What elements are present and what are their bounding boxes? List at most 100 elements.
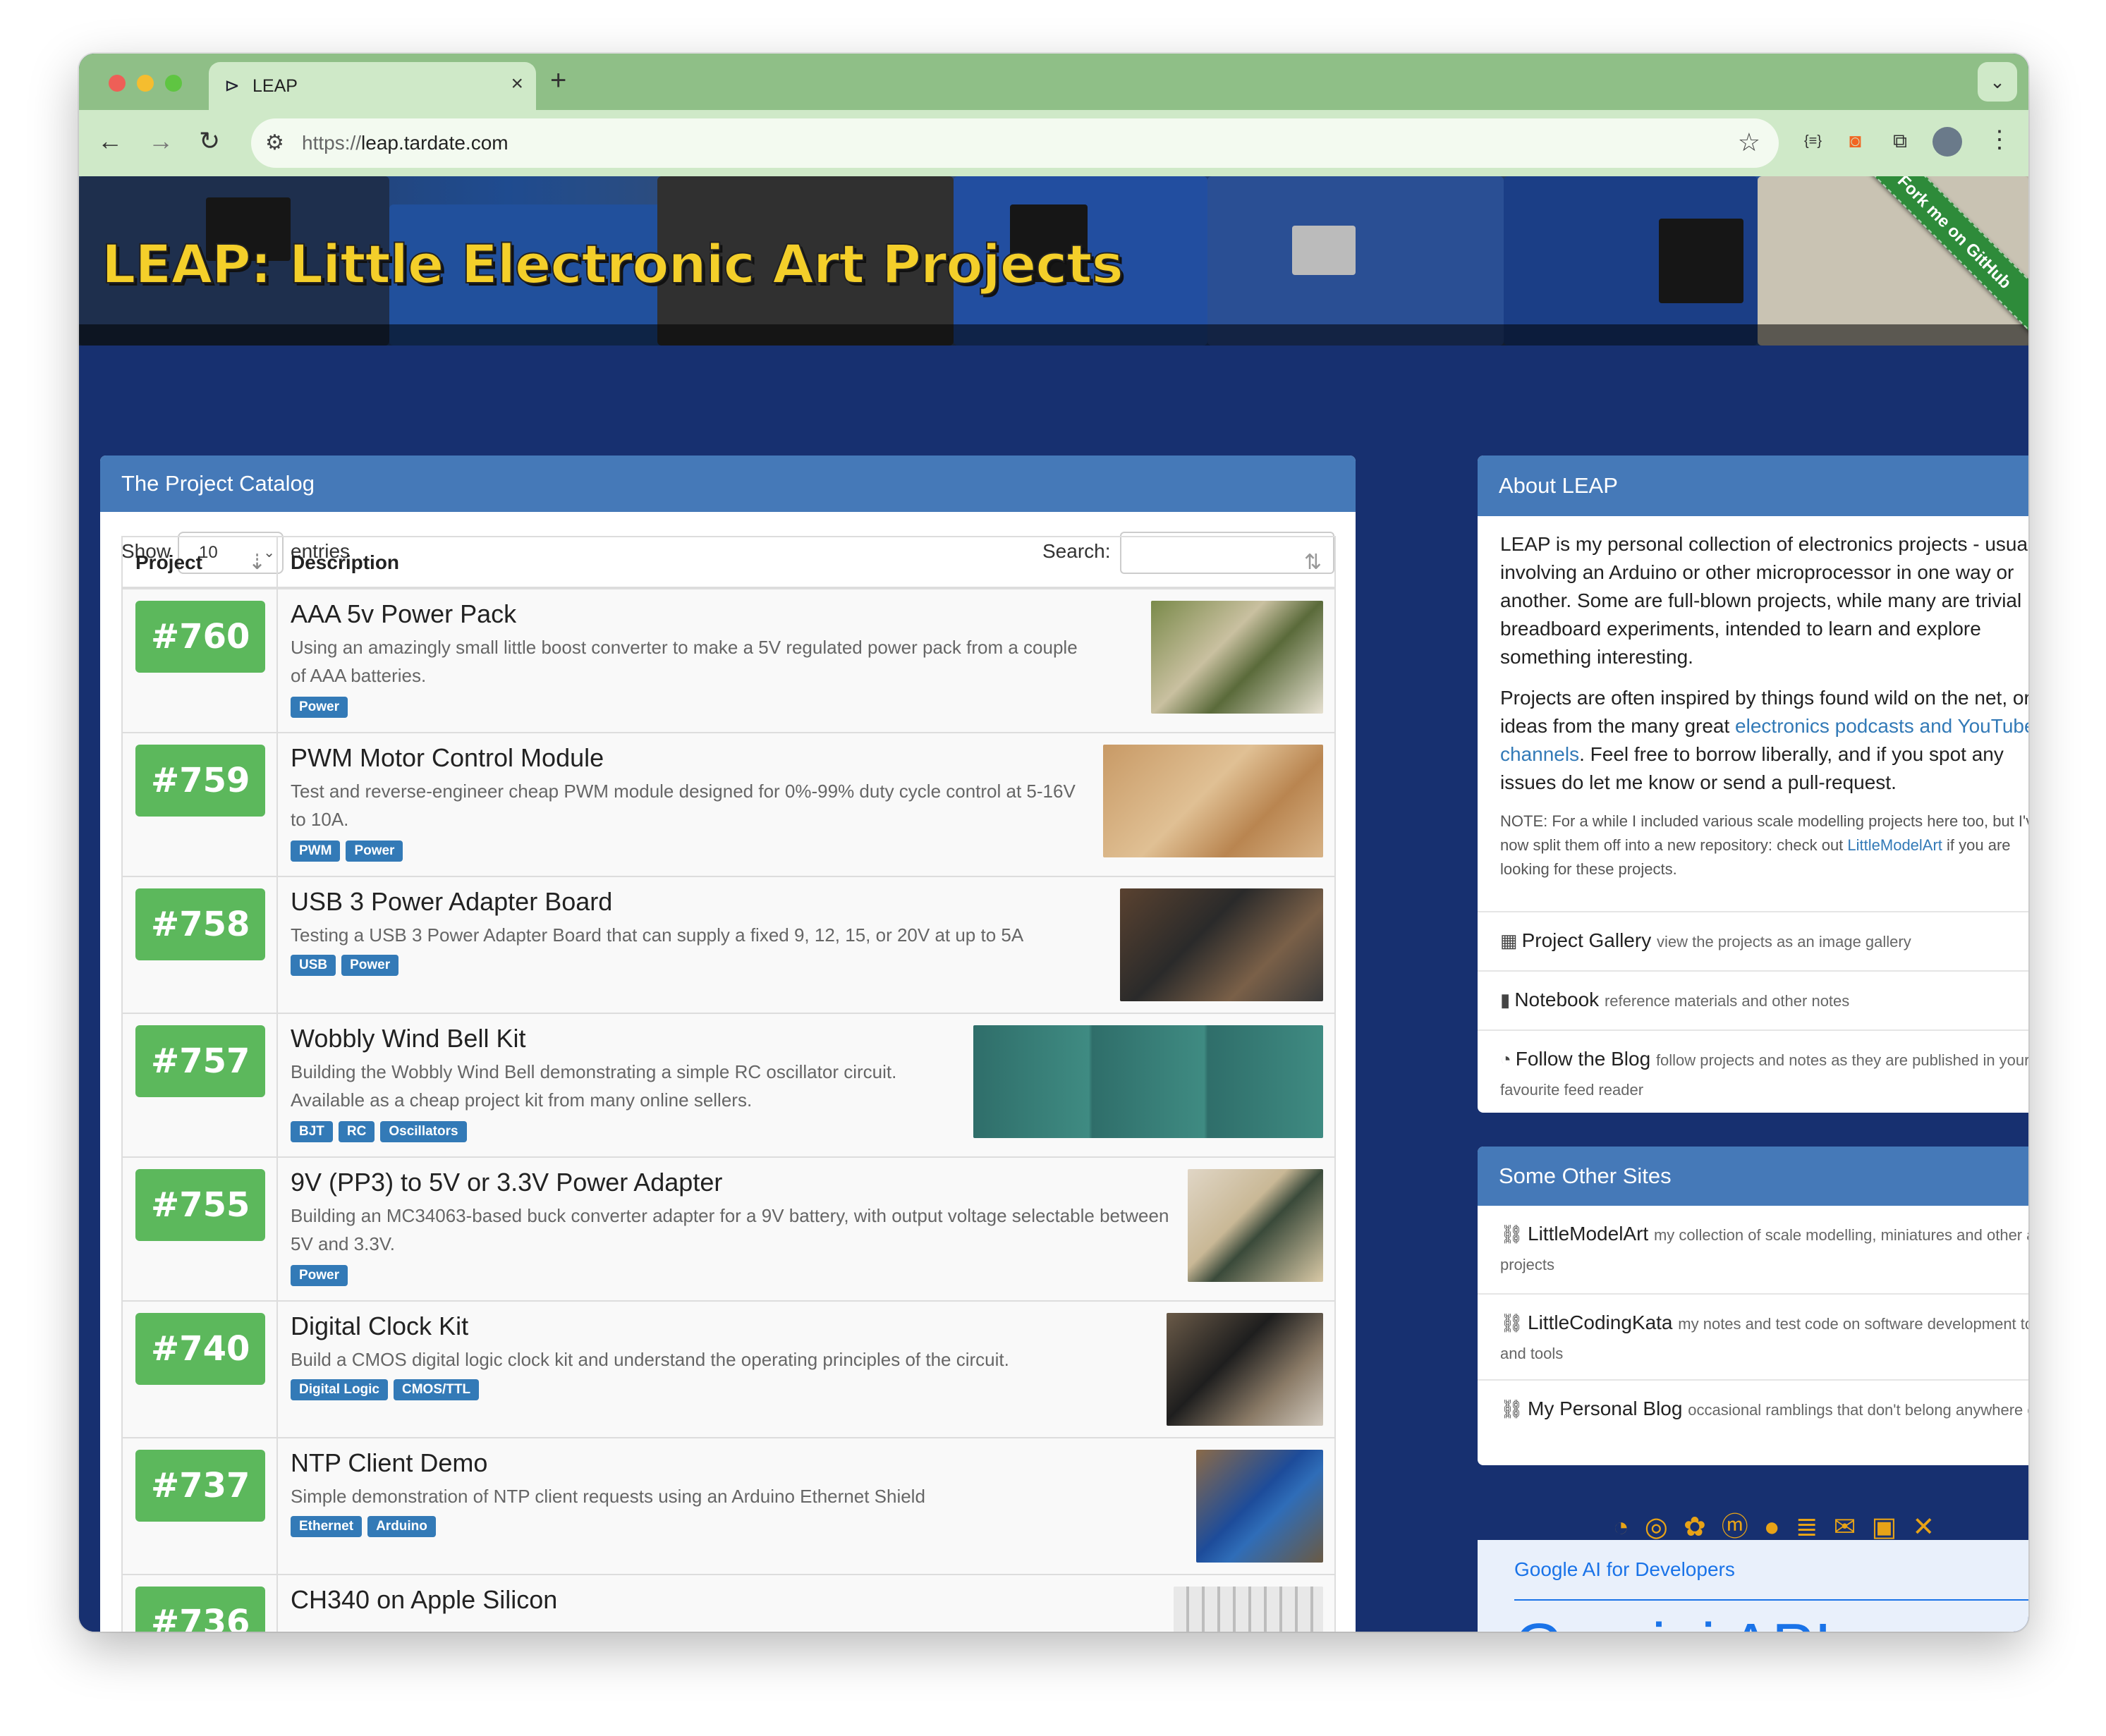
profile-avatar[interactable] [1932,127,1962,157]
minimize-window-button[interactable] [137,75,154,92]
sort-both-icon[interactable]: ⇅ [1304,537,1322,588]
stackoverflow-icon[interactable]: ≣ [1796,1512,1834,1542]
ad-link[interactable]: Google AI for Developers [1514,1558,1735,1581]
tag[interactable]: CMOS/TTL [394,1379,480,1400]
bookmark-star-icon[interactable]: ☆ [1738,128,1760,157]
browser-menu-icon[interactable]: ⋮ [1988,126,2011,154]
project-gallery-link[interactable]: ▦ Project Gallery view the projects as an… [1478,911,2028,970]
project-title[interactable]: Digital Clock Kit [291,1312,468,1341]
tag[interactable]: Power [291,697,348,718]
linkedin-icon[interactable]: ▣ [1871,1512,1912,1542]
tab-leap[interactable]: ⊳ LEAP × [209,62,536,110]
page-content: The Project Catalog Show 10 ⌄ entries Sea… [79,346,2028,1632]
tag[interactable]: Digital Logic [291,1379,388,1400]
ad-headline[interactable]: Gemini API [1514,1610,1832,1632]
project-number-badge[interactable]: #736 [135,1587,266,1632]
tag[interactable]: PWM [291,841,341,862]
project-thumbnail[interactable] [1196,1450,1323,1563]
project-number-badge[interactable]: #740 [135,1313,266,1385]
new-tab-button[interactable]: + [550,65,566,96]
bluesky-icon[interactable]: ✿ [1684,1512,1722,1542]
email-icon[interactable]: ✉ [1834,1512,1872,1542]
back-button[interactable]: ← [97,127,123,155]
other-sites-heading: Some Other Sites [1478,1147,2028,1206]
about-panel: About LEAP LEAP is my personal collectio… [1478,456,2028,1113]
close-window-button[interactable] [109,75,126,92]
tag[interactable]: Power [291,1265,348,1286]
table-row[interactable]: #760 AAA 5v Power Pack Using an amazingl… [121,589,1336,733]
tag[interactable]: Arduino [367,1516,436,1537]
about-heading: About LEAP [1478,456,2028,516]
table-row[interactable]: #758 USB 3 Power Adapter Board Testing a… [121,877,1336,1014]
personal-blog-site-link[interactable]: ⛓ My Personal Blog occasional ramblings t… [1478,1379,2028,1465]
forward-button[interactable]: → [148,127,174,155]
project-title[interactable]: CH340 on Apple Silicon [291,1585,557,1615]
url-text[interactable]: https://leap.tardate.com [302,132,509,154]
follow-blog-link[interactable]: ◔ Follow the Blog follow projects and not… [1478,1029,2028,1113]
json-viewer-extension-icon[interactable]: {≡} [1804,127,1822,155]
project-description: Build a CMOS digital logic clock kit and… [291,1349,1009,1370]
tag[interactable]: Oscillators [380,1121,467,1142]
mastodon-icon[interactable]: ⓜ [1722,1512,1764,1542]
project-title[interactable]: PWM Motor Control Module [291,743,604,773]
address-bar[interactable]: ⚙ https://leap.tardate.com ☆ [251,118,1779,168]
sort-desc-icon[interactable]: ⇣ [248,537,266,588]
project-thumbnail[interactable] [973,1025,1323,1138]
littlecodingkata-site-link[interactable]: ⛓ LittleCodingKata my notes and test code… [1478,1293,2028,1379]
project-thumbnail[interactable] [1188,1169,1323,1282]
project-number-badge[interactable]: #760 [135,601,266,673]
site-settings-icon[interactable]: ⚙ [265,130,284,157]
other-sites-panel: Some Other Sites ⛓ LittleModelArt my coll… [1478,1147,2028,1465]
column-header-project[interactable]: Project [135,537,202,588]
project-description: Testing a USB 3 Power Adapter Board that… [291,924,1024,946]
tag[interactable]: Power [346,841,403,862]
project-title[interactable]: AAA 5v Power Pack [291,599,516,629]
project-thumbnail[interactable] [1103,745,1323,857]
extensions-puzzle-icon[interactable]: ⧉ [1893,127,1907,155]
notebook-link[interactable]: ▮ Notebook reference materials and other … [1478,970,2028,1029]
project-thumbnail[interactable] [1151,601,1323,714]
column-header-description[interactable]: Description [291,537,399,588]
littlemodelart-link[interactable]: LittleModelArt [1847,836,1942,854]
project-number-badge[interactable]: #755 [135,1169,266,1241]
project-thumbnail[interactable] [1167,1313,1323,1426]
url-scheme: https:// [302,132,362,154]
project-title[interactable]: USB 3 Power Adapter Board [291,887,612,917]
project-number-badge[interactable]: #757 [135,1025,266,1097]
table-row[interactable]: #759 PWM Motor Control Module Test and r… [121,733,1336,877]
table-row[interactable]: #755 9V (PP3) to 5V or 3.3V Power Adapte… [121,1158,1336,1302]
project-thumbnail[interactable] [1174,1587,1323,1632]
x-icon[interactable]: ✕ [1912,1512,1950,1542]
project-title[interactable]: NTP Client Demo [291,1448,487,1478]
project-title[interactable]: 9V (PP3) to 5V or 3.3V Power Adapter [291,1168,722,1197]
project-description: Using an amazingly small little boost co… [291,637,1078,686]
rss-icon[interactable]: ◔ [1613,1512,1645,1542]
littlemodelart-site-link[interactable]: ⛓ LittleModelArt my collection of scale m… [1478,1206,2028,1293]
tag[interactable]: RC [338,1121,375,1142]
github-icon[interactable]: ● [1764,1512,1796,1542]
maximize-window-button[interactable] [165,75,182,92]
project-description: Simple demonstration of NTP client reque… [291,1486,925,1507]
rss-extension-icon[interactable]: ◙ [1849,127,1861,155]
link-icon: ⛓ [1500,1312,1524,1333]
advertisement[interactable]: Google AI for Developers Gemini API [1478,1540,2028,1632]
tag[interactable]: Ethernet [291,1516,363,1537]
project-title[interactable]: Wobbly Wind Bell Kit [291,1024,525,1053]
table-row[interactable]: #740 Digital Clock Kit Build a CMOS digi… [121,1302,1336,1438]
instagram-icon[interactable]: ◎ [1645,1512,1684,1542]
project-description: Test and reverse-engineer cheap PWM modu… [291,781,1076,830]
tag[interactable]: BJT [291,1121,333,1142]
table-row[interactable]: #757 Wobbly Wind Bell Kit Building the W… [121,1014,1336,1158]
table-row[interactable]: #736 CH340 on Apple Silicon [121,1575,1336,1632]
table-row[interactable]: #737 NTP Client Demo Simple demonstratio… [121,1438,1336,1575]
tab-search-button[interactable]: ⌄ [1978,62,2017,102]
project-number-badge[interactable]: #759 [135,745,266,817]
project-tags: Digital Logic CMOS/TTL [291,1379,480,1400]
tag[interactable]: USB [291,955,336,976]
project-thumbnail[interactable] [1120,888,1323,1001]
reload-button[interactable]: ↻ [199,127,220,155]
close-tab-icon[interactable]: × [511,72,523,96]
project-number-badge[interactable]: #758 [135,888,266,960]
project-number-badge[interactable]: #737 [135,1450,266,1522]
tag[interactable]: Power [341,955,399,976]
